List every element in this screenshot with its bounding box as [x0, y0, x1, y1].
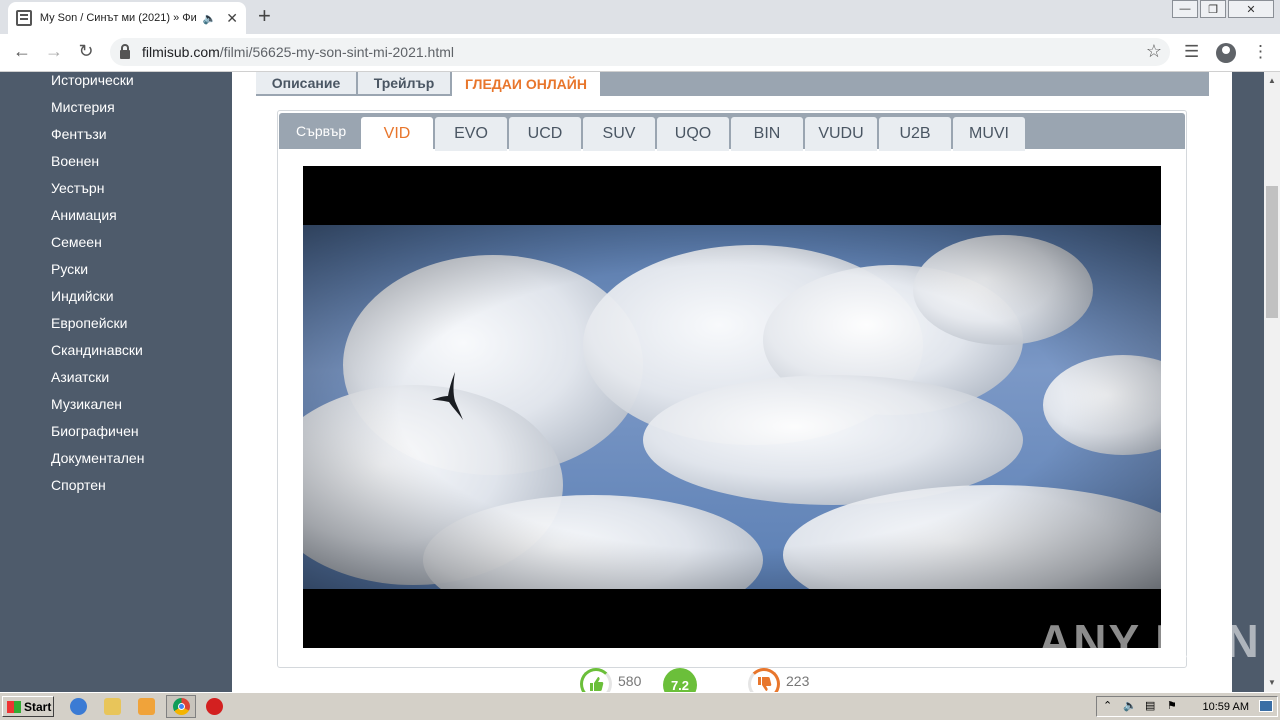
media-controls-icon[interactable]: ☰ [1184, 42, 1199, 62]
server-tab-u2b[interactable]: U2B [879, 117, 951, 151]
back-icon[interactable]: ← [10, 41, 34, 62]
sidebar-item-western[interactable]: Уестърн [51, 180, 104, 196]
system-tray: ⌃ 🔈 ▤ ⚑ 10:59 AM [1096, 696, 1278, 717]
anyrun-watermark: ANY RUN [1038, 615, 1261, 667]
sidebar-item-fantasy[interactable]: Фентъзи [51, 126, 107, 142]
server-label: Сървър [296, 123, 347, 139]
server-tab-bin[interactable]: BIN [731, 117, 803, 151]
flag-icon[interactable]: ⚑ [1167, 699, 1177, 712]
chrome-taskbar-button[interactable] [166, 695, 196, 718]
main-content: Описание Трейлър ГЛЕДАИ ОНЛАЙН Сървър VI… [232, 72, 1232, 692]
start-button[interactable]: Start [2, 696, 54, 717]
url-path: /filmi/56625-my-son-sint-mi-2021.html [219, 44, 454, 60]
sidebar-item-indian[interactable]: Индийски [51, 288, 114, 304]
server-tab-suv[interactable]: SUV [583, 117, 655, 151]
stop-alert-icon[interactable] [206, 698, 223, 715]
sidebar-item-war[interactable]: Военен [51, 153, 99, 169]
address-bar[interactable]: filmisub.com /filmi/56625-my-son-sint-mi… [110, 38, 1170, 66]
page-scrollbar[interactable]: ▲ ▼ [1264, 72, 1280, 692]
server-tab-vudu[interactable]: VUDU [805, 117, 877, 151]
sidebar-item-scandinavian[interactable]: Скандинавски [51, 342, 143, 358]
audio-playing-icon[interactable]: 🔈 [203, 12, 217, 25]
sidebar-item-european[interactable]: Европейски [51, 315, 127, 331]
server-tab-muvi[interactable]: MUVI [953, 117, 1025, 151]
sidebar-item-mystery[interactable]: Мистерия [51, 99, 115, 115]
likes-count: 580 [618, 673, 642, 689]
page-viewport: Исторически Мистерия Фентъзи Военен Уест… [0, 72, 1264, 692]
thumbs-up-icon [590, 677, 604, 691]
volume-icon[interactable]: 🔈 [1123, 699, 1137, 712]
url-host: filmisub.com [142, 44, 220, 60]
server-tab-uqo[interactable]: UQO [657, 117, 729, 151]
sidebar-item-asian[interactable]: Азиатски [51, 369, 109, 385]
content-tab-bar: Описание Трейлър ГЛЕДАИ ОНЛАЙН [256, 72, 1209, 96]
tab-title: My Son / Синът ми (2021) » Фи [39, 12, 197, 24]
server-tab-evo[interactable]: EVO [435, 117, 507, 151]
sidebar-item-russian[interactable]: Руски [51, 261, 88, 277]
reload-icon[interactable]: ↻ [74, 41, 98, 62]
windows-logo-icon [7, 700, 21, 713]
sidebar-item-biography[interactable]: Биографичен [51, 423, 139, 439]
tray-expand-icon[interactable]: ⌃ [1103, 699, 1112, 712]
window-controls: — ❐ ✕ [1170, 0, 1274, 18]
site-favicon-icon [16, 10, 32, 26]
like-button[interactable] [580, 668, 612, 692]
rating-bar: 580 7.2 223 [580, 668, 820, 692]
folder-icon[interactable] [104, 698, 121, 715]
sidebar-item-animation[interactable]: Анимация [51, 207, 117, 223]
profile-avatar-icon[interactable] [1216, 43, 1236, 63]
video-player[interactable] [303, 166, 1161, 648]
start-label: Start [24, 699, 52, 714]
windows-taskbar: Start ⌃ 🔈 ▤ ⚑ 10:59 AM [0, 692, 1280, 720]
lock-icon[interactable] [120, 43, 130, 59]
close-tab-icon[interactable]: ✕ [226, 10, 238, 27]
server-tab-ucd[interactable]: UCD [509, 117, 581, 151]
scroll-down-icon[interactable]: ▼ [1268, 678, 1276, 687]
tab-strip: My Son / Синът ми (2021) » Фи 🔈 ✕ + — ❐ … [0, 0, 1280, 34]
menu-kebab-icon[interactable]: ⋮ [1252, 42, 1269, 62]
scroll-up-icon[interactable]: ▲ [1268, 76, 1276, 85]
media-player-icon[interactable] [138, 698, 155, 715]
internet-explorer-icon[interactable] [70, 698, 87, 715]
thumbs-down-icon [758, 677, 772, 691]
sidebar-item-documentary[interactable]: Документален [51, 450, 144, 466]
sidebar-item-sport[interactable]: Спортен [51, 477, 106, 493]
show-desktop-icon[interactable] [1259, 700, 1273, 712]
server-tab-vid[interactable]: VID [361, 117, 433, 151]
bookmark-star-icon[interactable]: ☆ [1146, 41, 1162, 62]
restore-button[interactable]: ❐ [1200, 0, 1226, 18]
new-tab-button[interactable]: + [258, 5, 271, 27]
tab-trailer[interactable]: Трейлър [358, 72, 450, 94]
video-frame [303, 225, 1161, 589]
sidebar-item-historical[interactable]: Исторически [51, 72, 134, 88]
window-close-button[interactable]: ✕ [1228, 0, 1274, 18]
dislike-button[interactable] [748, 668, 780, 692]
clock: 10:59 AM [1202, 701, 1249, 713]
sidebar-item-family[interactable]: Семеен [51, 234, 102, 250]
dislikes-count: 223 [786, 673, 810, 689]
browser-toolbar: ← → ↻ filmisub.com /filmi/56625-my-son-s… [0, 34, 1280, 72]
scrollbar-thumb[interactable] [1266, 186, 1278, 318]
minimize-button[interactable]: — [1172, 0, 1198, 18]
forward-icon[interactable]: → [42, 41, 66, 62]
tab-description[interactable]: Описание [256, 72, 356, 94]
browser-tab[interactable]: My Son / Синът ми (2021) » Фи 🔈 ✕ [8, 2, 246, 34]
genre-sidebar: Исторически Мистерия Фентъзи Военен Уест… [32, 72, 232, 692]
score-badge: 7.2 [663, 668, 697, 692]
network-icon[interactable]: ▤ [1145, 699, 1155, 712]
right-gutter [1232, 72, 1264, 692]
sidebar-item-musical[interactable]: Музикален [51, 396, 122, 412]
tab-watch-online[interactable]: ГЛЕДАИ ОНЛАЙН [452, 72, 600, 96]
server-tab-bar: Сървър VID EVO UCD SUV UQO BIN VUDU U2B … [279, 113, 1185, 151]
